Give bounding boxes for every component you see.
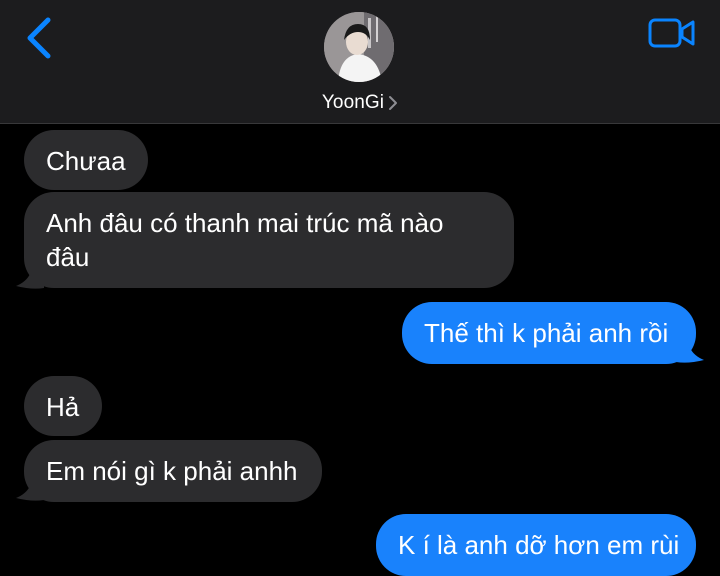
video-camera-icon: [648, 18, 695, 48]
back-button[interactable]: [22, 14, 58, 62]
message-thread: Chưaa Anh đâu có thanh mai trúc mã nào đ…: [0, 124, 720, 576]
contact-info-link[interactable]: YoonGi: [322, 92, 398, 114]
sent-message-bubble[interactable]: K í là anh dỡ hơn em rùi: [376, 514, 696, 576]
video-call-button[interactable]: [648, 16, 696, 50]
message-text: K í là anh dỡ hơn em rùi: [398, 530, 680, 560]
contact-avatar[interactable]: [324, 12, 394, 82]
bubble-tail: [16, 260, 44, 289]
message-text: Thế thì k phải anh rồi: [424, 318, 669, 348]
received-message-bubble[interactable]: Em nói gì k phải anhh: [24, 440, 322, 502]
bubble-tail: [16, 472, 44, 501]
message-text: Em nói gì k phải anhh: [46, 456, 298, 486]
chevron-left-icon: [27, 17, 51, 59]
received-message-bubble[interactable]: Hả: [24, 376, 102, 436]
conversation-header: YoonGi: [0, 0, 720, 124]
avatar-photo: [324, 12, 394, 82]
message-text-line: đâu: [46, 242, 90, 272]
sent-message-bubble[interactable]: Thế thì k phải anh rồi: [402, 302, 696, 364]
contact-name-row: YoonGi: [0, 92, 720, 114]
message-text: Hả: [46, 392, 80, 422]
received-message-bubble[interactable]: Anh đâu có thanh mai trúc mã nào đâu: [24, 192, 514, 288]
chevron-right-icon: [389, 96, 398, 110]
message-text-line: Anh đâu có thanh mai trúc mã nào: [46, 208, 444, 238]
received-message-bubble[interactable]: Chưaa: [24, 130, 148, 190]
message-text: Chưaa: [46, 146, 126, 176]
contact-name: YoonGi: [321, 92, 385, 113]
bubble-tail: [676, 334, 704, 363]
